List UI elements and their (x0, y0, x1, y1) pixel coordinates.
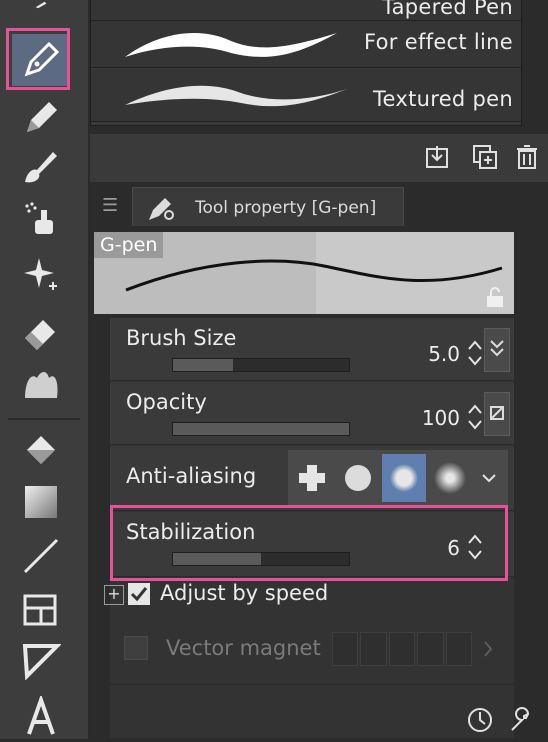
property-brush-size: Brush Size 5.0 (110, 318, 514, 381)
null-circle-icon (490, 406, 504, 420)
line-tool-button[interactable] (12, 530, 70, 582)
vector-magnet-levels[interactable] (332, 632, 473, 666)
property-label: Brush Size (126, 326, 237, 350)
property-anti-aliasing: Anti-aliasing (110, 446, 514, 511)
frame-icon (23, 594, 57, 626)
blend-icon (25, 372, 58, 398)
pencil-tool-button[interactable] (12, 92, 70, 144)
blend-tool-button[interactable] (12, 358, 70, 410)
text-icon (27, 696, 55, 735)
wrench-icon[interactable] (506, 706, 534, 734)
opacity-settings-button[interactable] (484, 392, 510, 436)
opacity-value[interactable]: 100 (422, 406, 460, 430)
brush-item-label: Tapered Pen (381, 0, 513, 19)
adjust-by-speed-checkbox[interactable] (128, 583, 150, 605)
brush-item-tapered-pen[interactable]: Tapered Pen (91, 0, 521, 21)
adjust-by-speed-label: Adjust by speed (160, 581, 329, 605)
brush-stroke-preview (125, 33, 337, 57)
import-icon[interactable] (424, 144, 450, 170)
opacity-slider[interactable] (172, 422, 350, 436)
frame-tool-button[interactable] (12, 584, 70, 636)
spinner-icon[interactable] (466, 338, 484, 368)
eraser-icon (25, 320, 55, 350)
property-label: Opacity (126, 390, 207, 414)
brush-item-effect-line[interactable]: For effect line (91, 21, 521, 68)
tab-tool-property[interactable]: Tool property [G-pen] (132, 187, 404, 226)
brush-list: Tapered Pen For effect line Textured pen (90, 0, 522, 126)
ruler-icon (22, 644, 61, 680)
pressure-settings-button[interactable] (484, 328, 510, 372)
text-tool-button[interactable] (12, 690, 70, 742)
preview-stroke (125, 259, 503, 292)
stabilization-highlight (110, 505, 508, 581)
eraser-tool-button[interactable] (12, 306, 70, 358)
gradient-icon (25, 486, 57, 518)
anti-aliasing-selector (288, 450, 508, 506)
ruler-tool-button[interactable] (12, 634, 70, 686)
property-label: Anti-aliasing (126, 464, 257, 488)
brush-item-textured-pen[interactable]: Textured pen (91, 69, 521, 122)
slider-fill (173, 359, 233, 371)
aa-strong-icon (434, 462, 466, 494)
pencil-icon (27, 102, 57, 132)
aa-option-none[interactable] (290, 454, 334, 502)
fill-tool-button[interactable] (12, 426, 70, 478)
duplicate-icon[interactable] (472, 144, 498, 170)
aa-option-weak[interactable] (336, 454, 380, 502)
trash-icon[interactable] (514, 144, 540, 170)
chevron-down-icon (482, 474, 496, 483)
vector-magnet-label: Vector magnet (166, 636, 321, 660)
aa-none-icon (299, 465, 325, 491)
brush-size-slider[interactable] (172, 358, 350, 372)
vector-magnet-checkbox[interactable] (124, 636, 148, 660)
brush-item-label: Textured pen (372, 87, 513, 111)
panel-tab-bar: ☰ Tool property [G-pen] (90, 187, 548, 226)
pen-tool-button[interactable] (6, 28, 70, 90)
spinner-icon[interactable] (466, 402, 484, 432)
aa-weak-icon (345, 465, 371, 491)
property-opacity: Opacity 100 (110, 382, 514, 445)
expand-icon[interactable]: + (104, 585, 124, 605)
chevrons-down-icon (490, 340, 504, 357)
brush-icon (25, 152, 57, 183)
brush-stroke-preview (125, 85, 347, 107)
lock-icon[interactable] (484, 286, 506, 308)
airbrush-tool-button[interactable] (12, 192, 70, 244)
brush-list-actions (90, 134, 548, 182)
brush-tool-button[interactable] (12, 140, 70, 192)
decoration-tool-button[interactable] (12, 248, 70, 300)
airbrush-icon (25, 202, 53, 234)
pen-nib-icon (24, 41, 60, 77)
chevron-right-icon[interactable] (482, 640, 494, 658)
tab-label: Tool property [G-pen] (195, 198, 377, 218)
brush-size-value[interactable]: 5.0 (428, 342, 460, 366)
property-vector-magnet: Vector magnet (110, 618, 514, 685)
aa-dropdown[interactable] (472, 454, 506, 502)
tool-panel: Tapered Pen For effect line Textured pen… (90, 0, 548, 739)
tool-palette (0, 0, 90, 739)
paint-bucket-icon (27, 436, 55, 464)
toolbar-divider (8, 418, 80, 420)
aa-medium-icon (390, 464, 418, 492)
tool-partial-top[interactable] (12, 0, 70, 18)
checkmark-icon (130, 587, 148, 602)
line-icon (23, 538, 59, 574)
gradient-tool-button[interactable] (12, 476, 70, 528)
aa-option-medium[interactable] (382, 454, 426, 502)
panel-menu-icon[interactable]: ☰ (102, 195, 118, 216)
brush-item-label: For effect line (364, 30, 513, 54)
slider-fill (173, 423, 349, 435)
tool-property-icon (149, 198, 174, 220)
aa-option-strong[interactable] (428, 454, 472, 502)
sparkle-icon (24, 258, 57, 290)
clock-settings-icon[interactable] (466, 706, 494, 734)
brush-preview: G-pen (94, 232, 514, 314)
